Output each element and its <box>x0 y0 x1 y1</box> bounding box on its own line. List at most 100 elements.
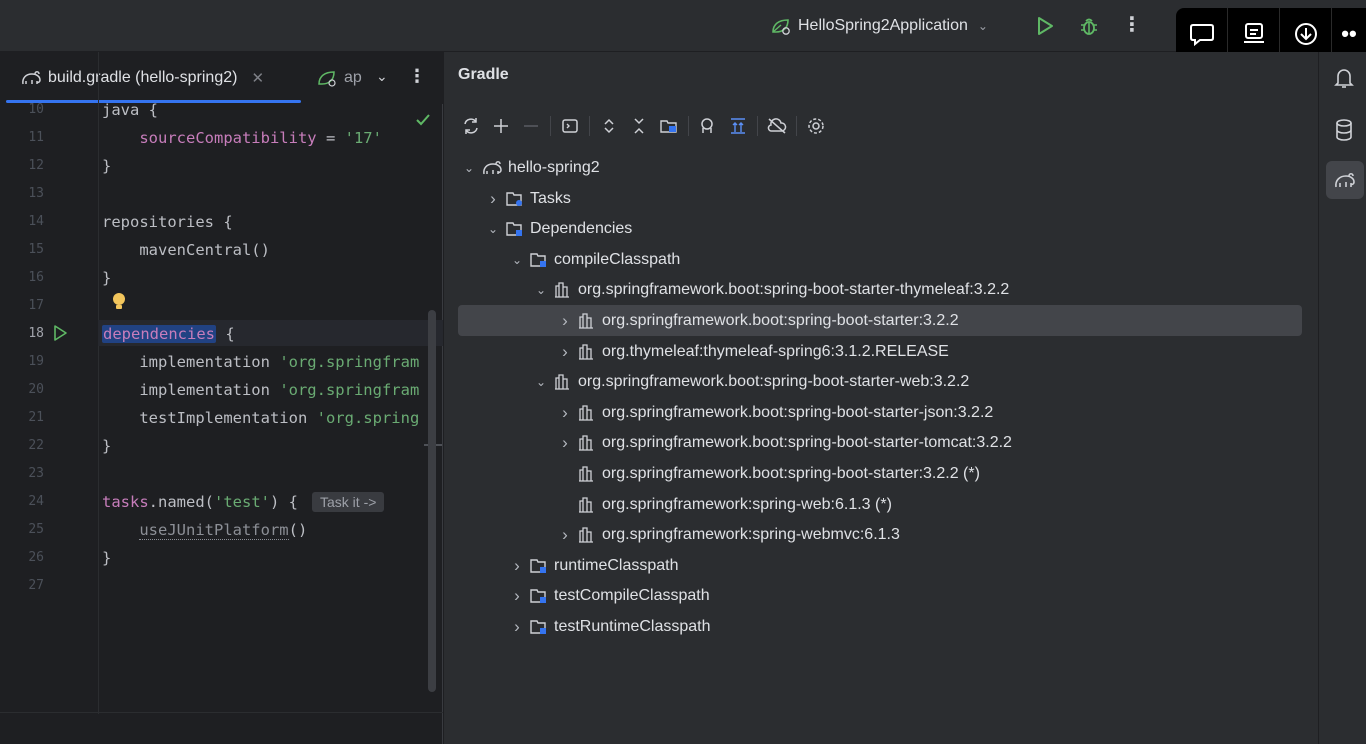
reload-icon <box>464 118 478 134</box>
code-line[interactable]: useJUnitPlatform() <box>102 516 307 544</box>
chevron-down-icon[interactable]: ⌄ <box>486 222 500 236</box>
gear-icon <box>808 118 824 134</box>
chevron-down-icon[interactable]: ⌄ <box>534 283 548 297</box>
toolbar-separator <box>688 116 689 136</box>
gradle-toolbar <box>456 112 831 140</box>
chevron-right-icon[interactable]: › <box>510 556 524 576</box>
tree-node-label: compileClasspath <box>554 250 681 268</box>
add-button[interactable] <box>486 112 516 140</box>
line-number: 11 <box>28 130 44 145</box>
code-line[interactable]: tasks.named('test') { <box>102 488 298 516</box>
line-number: 24 <box>28 494 44 509</box>
editor-scrollbar[interactable] <box>428 310 436 692</box>
toolbar-separator <box>550 116 551 136</box>
run-configuration-selector[interactable]: HelloSpring2Application ⌄ <box>770 13 988 39</box>
code-line[interactable]: } <box>102 544 111 572</box>
gradle-settings-button[interactable] <box>801 112 831 140</box>
tree-node[interactable]: › org.thymeleaf:thymeleaf-spring6:3.1.2.R… <box>558 337 949 367</box>
tree-node[interactable]: › runtimeClasspath <box>510 551 678 581</box>
line-number: 19 <box>28 354 44 369</box>
lightbulb-icon[interactable] <box>111 292 127 312</box>
reload-button[interactable] <box>456 112 486 140</box>
code-line[interactable]: implementation 'org.springfram <box>102 348 419 376</box>
chevron-right-icon[interactable]: › <box>510 617 524 637</box>
align-top-icon <box>731 118 745 134</box>
code-line[interactable]: } <box>102 432 111 460</box>
tree-node[interactable]: › org.springframework:spring-webmvc:6.1.3 <box>558 520 900 550</box>
notifications-button[interactable] <box>1333 66 1355 90</box>
chevron-right-icon[interactable]: › <box>558 433 572 453</box>
line-number: 12 <box>28 158 44 173</box>
tree-node[interactable]: › testCompileClasspath <box>510 581 709 611</box>
database-button[interactable] <box>1333 118 1355 142</box>
tab-options-menu[interactable]: ⋮ <box>408 66 426 87</box>
chevron-right-icon[interactable]: › <box>558 525 572 545</box>
line-number: 27 <box>28 578 44 593</box>
line-number: 14 <box>28 214 44 229</box>
chevron-right-icon[interactable]: › <box>510 586 524 606</box>
folder-deps-icon <box>529 251 549 269</box>
more-actions-button[interactable]: ⋮ <box>1122 14 1142 38</box>
library-icon <box>577 343 597 361</box>
chevron-down-icon[interactable]: ⌄ <box>510 253 524 267</box>
chevron-down-icon[interactable]: ⌄ <box>534 375 548 389</box>
tab-label: build.gradle (hello-spring2) <box>48 69 238 86</box>
execute-task-button[interactable] <box>555 112 585 140</box>
chevron-right-icon[interactable]: › <box>486 189 500 209</box>
gradle-elephant-icon <box>1335 172 1355 188</box>
collapse-all-button[interactable] <box>624 112 654 140</box>
library-icon <box>577 526 597 544</box>
chevron-down-icon[interactable]: ⌄ <box>376 68 388 85</box>
code-line[interactable]: sourceCompatibility = '17' <box>102 124 382 152</box>
code-line[interactable]: dependencies { <box>102 320 235 348</box>
code-line[interactable]: } <box>102 264 111 292</box>
remove-button[interactable] <box>516 112 546 140</box>
chevron-right-icon[interactable]: › <box>558 311 572 331</box>
tree-node[interactable]: › Tasks <box>486 184 571 214</box>
code-line[interactable]: } <box>102 152 111 180</box>
show-dependencies-button[interactable] <box>723 112 753 140</box>
code-line[interactable]: implementation 'org.springfram <box>102 376 419 404</box>
line-number: 25 <box>28 522 44 537</box>
tab-application[interactable]: ap <box>316 52 362 104</box>
code-line[interactable]: mavenCentral() <box>102 236 270 264</box>
tree-node[interactable]: › org.springframework.boot:spring-boot-st… <box>558 428 1012 458</box>
run-button[interactable] <box>1034 14 1056 38</box>
close-icon[interactable]: ✕ <box>251 69 264 87</box>
speech-bubble-icon <box>1189 24 1214 47</box>
chevron-right-icon[interactable]: › <box>558 342 572 362</box>
group-modules-button[interactable] <box>654 112 684 140</box>
tree-node[interactable]: ⌄ org.springframework.boot:spring-boot-st… <box>534 367 969 397</box>
bell-icon <box>1334 69 1354 88</box>
tree-node[interactable]: ⌄ hello-spring2 <box>462 153 600 183</box>
code-line[interactable]: testImplementation 'org.spring <box>102 404 419 432</box>
tree-node[interactable]: ⌄ org.springframework.boot:spring-boot-st… <box>534 275 1009 305</box>
folder-deps-icon <box>529 557 549 575</box>
line-number: 13 <box>28 186 44 201</box>
line-number: 26 <box>28 550 44 565</box>
analyze-dependencies-button[interactable] <box>693 112 723 140</box>
tree-node[interactable]: › org.springframework.boot:spring-boot-st… <box>558 398 993 428</box>
chevron-down-icon: ⌄ <box>977 19 988 33</box>
run-configuration-label: HelloSpring2Application <box>798 17 968 34</box>
more-dots-icon: •• <box>1341 21 1357 46</box>
tree-node[interactable]: › testRuntimeClasspath <box>510 612 710 642</box>
chevron-down-icon[interactable]: ⌄ <box>462 161 476 175</box>
tree-node[interactable]: org.springframework.boot:spring-boot-sta… <box>558 459 980 489</box>
tree-node-label: org.springframework.boot:spring-boot-sta… <box>602 403 994 421</box>
chevron-right-icon[interactable]: › <box>558 403 572 423</box>
gutter-run-icon[interactable] <box>52 324 68 342</box>
inlay-hint: Task it -> <box>312 492 385 512</box>
library-icon <box>553 373 573 391</box>
gradle-tool-button[interactable] <box>1326 161 1364 199</box>
tree-node[interactable]: ⌄ compileClasspath <box>510 245 680 275</box>
tree-node[interactable]: › org.springframework.boot:spring-boot-st… <box>558 306 958 336</box>
expand-all-button[interactable] <box>594 112 624 140</box>
code-line[interactable]: repositories { <box>102 208 233 236</box>
tree-node[interactable]: org.springframework:spring-web:6.1.3 (*) <box>558 490 892 520</box>
tree-node[interactable]: ⌄ Dependencies <box>486 214 632 244</box>
tree-node-label: Tasks <box>530 189 571 207</box>
offline-mode-button[interactable] <box>762 112 792 140</box>
code-line[interactable]: java { <box>102 96 158 124</box>
debug-button[interactable] <box>1077 13 1101 39</box>
